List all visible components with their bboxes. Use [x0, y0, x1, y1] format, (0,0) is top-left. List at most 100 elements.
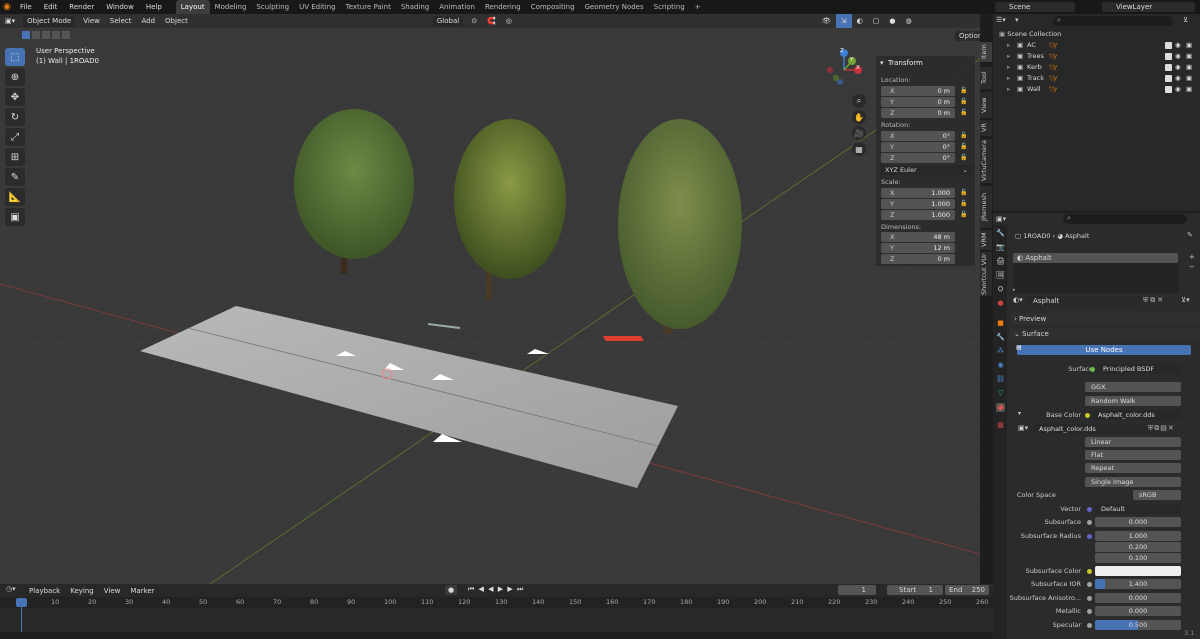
menu-help[interactable]: Help: [140, 0, 168, 14]
pan-icon[interactable]: ✋: [852, 110, 866, 124]
playback-controls[interactable]: ⏮ ◀ ◀ ▶ ▶ ⏭: [468, 585, 524, 594]
expand-icon[interactable]: ▸: [1013, 287, 1016, 293]
select-subtract-icon[interactable]: [42, 31, 50, 39]
particles-icon[interactable]: ⁂: [996, 347, 1005, 356]
material-datablock-icons[interactable]: ⛨⧉✕: [1143, 296, 1165, 305]
camera-icon[interactable]: ▣: [1186, 51, 1192, 62]
sidebar-tab-jremesh[interactable]: JRemesh: [980, 186, 992, 228]
outliner-editor-icon[interactable]: ☰▾: [996, 16, 1006, 24]
sidebar-tab-tool[interactable]: Tool: [980, 67, 992, 89]
tab-compositing[interactable]: Compositing: [526, 0, 580, 14]
dimensions-y-field[interactable]: Y 12 m: [881, 243, 955, 253]
subsurface-radius-field[interactable]: 0.100: [1095, 553, 1181, 563]
timeline-menu-keying[interactable]: Keying: [65, 584, 99, 598]
tab-sculpting[interactable]: Sculpting: [251, 0, 294, 14]
lock-icon[interactable]: 🔓: [960, 132, 967, 139]
mode-dropdown[interactable]: Object Mode: [23, 15, 76, 27]
eye-icon[interactable]: ◉: [1175, 40, 1181, 51]
timeline[interactable]: ◷▾ Playback Keying View Marker ● ⏮ ◀ ◀ ▶ ▶ …: [0, 584, 993, 639]
scene-icon[interactable]: ⛭: [996, 285, 1005, 294]
pivot-icon[interactable]: ⊙: [466, 14, 482, 28]
render-icon[interactable]: 📷: [996, 243, 1005, 252]
lock-icon[interactable]: 🔓: [960, 189, 967, 196]
outliner-item-trees[interactable]: ▸ ▣ Trees ▽ꝩ ◉ ▣: [993, 51, 1200, 62]
viewport-menu-select[interactable]: Select: [105, 14, 137, 28]
lock-icon[interactable]: 🔓: [960, 87, 967, 94]
overlay-icon[interactable]: ◐: [852, 14, 868, 28]
location-x-field[interactable]: X 0 m: [881, 86, 955, 96]
camera-icon[interactable]: ▣: [1186, 40, 1192, 51]
material-icon[interactable]: ◕: [996, 403, 1005, 412]
cursor-tool-icon[interactable]: ⊕: [5, 68, 25, 86]
expand-icon[interactable]: ▸: [1007, 73, 1010, 84]
image-datablock-icons[interactable]: ⛨⧉▤✕: [1148, 424, 1175, 433]
tab-animation[interactable]: Animation: [434, 0, 480, 14]
location-y-field[interactable]: Y 0 m: [881, 97, 955, 107]
visibility-icon[interactable]: 👁: [817, 14, 836, 28]
tab-geometry-nodes[interactable]: Geometry Nodes: [580, 0, 649, 14]
texture-icon[interactable]: ▦: [996, 421, 1005, 430]
current-frame-field[interactable]: 1: [838, 585, 876, 595]
properties-search-input[interactable]: ⌕: [1063, 214, 1187, 224]
checkbox-icon[interactable]: [1165, 53, 1172, 60]
projection-dropdown[interactable]: Flat: [1085, 450, 1181, 460]
sidebar-tab-virtucamera[interactable]: VirtuCamera: [980, 139, 992, 183]
options-button[interactable]: Options: [955, 31, 980, 41]
tab-rendering[interactable]: Rendering: [480, 0, 526, 14]
scene-collection-row[interactable]: ▣ Scene Collection: [993, 29, 1200, 40]
subsurface-radius-field[interactable]: 1.000: [1095, 531, 1181, 541]
image-name-field[interactable]: Asphalt_color.dds: [1033, 424, 1147, 434]
timeline-scrollbar[interactable]: [0, 632, 993, 639]
subsurface-ior-slider[interactable]: 1.400: [1095, 579, 1181, 589]
modifier-icon[interactable]: 🔧: [996, 333, 1005, 342]
shading-solid-icon[interactable]: ●: [884, 14, 900, 28]
eye-icon[interactable]: ◉: [1175, 84, 1181, 95]
select-invert-icon[interactable]: [52, 31, 60, 39]
lock-icon[interactable]: 🔓: [960, 211, 967, 218]
remove-slot-icon[interactable]: −: [1189, 263, 1195, 271]
checkbox-icon[interactable]: [1165, 64, 1172, 71]
select-intersect-icon[interactable]: [62, 31, 70, 39]
gizmo-toggle-icon[interactable]: ⇲: [835, 14, 852, 28]
image-browse-icon[interactable]: ▣▾: [1018, 424, 1028, 432]
camera-icon[interactable]: 🎥: [852, 126, 866, 140]
timeline-menu-marker[interactable]: Marker: [125, 584, 159, 598]
subsurface-color-swatch[interactable]: [1095, 566, 1181, 576]
add-cube-tool-icon[interactable]: ▣: [5, 208, 25, 226]
subsurface-method-dropdown[interactable]: Random Walk: [1085, 396, 1181, 406]
add-workspace-button[interactable]: +: [690, 0, 706, 14]
tab-shading[interactable]: Shading: [396, 0, 434, 14]
object-icon[interactable]: ■: [996, 319, 1005, 328]
expand-icon[interactable]: ▸: [1007, 51, 1010, 62]
sidebar-tab-shortcut-vur[interactable]: Shortcut VUr: [980, 252, 992, 296]
camera-icon[interactable]: ▣: [1186, 62, 1192, 73]
outliner-item-ac[interactable]: ▸ ▣ AC ▽ꝩ ◉ ▣: [993, 40, 1200, 51]
material-slot-list[interactable]: ◐ Asphalt: [1013, 253, 1178, 263]
physics-icon[interactable]: ◉: [996, 361, 1005, 370]
lock-icon[interactable]: 🔓: [960, 143, 967, 150]
move-tool-icon[interactable]: ✥: [5, 88, 25, 106]
distribution-dropdown[interactable]: GGX: [1085, 382, 1181, 392]
proportional-edit-icon[interactable]: ◎: [501, 14, 517, 28]
extension-dropdown[interactable]: Repeat: [1085, 463, 1181, 473]
xray-icon[interactable]: ▢: [868, 14, 885, 28]
select-new-icon[interactable]: [22, 31, 30, 39]
3d-viewport[interactable]: Z X Y ▣▾ Object Mode View Select Add Object…: [0, 14, 980, 584]
constraints-icon[interactable]: ⛓: [996, 375, 1005, 384]
world-icon[interactable]: ●: [996, 299, 1005, 308]
lock-icon[interactable]: 🔓: [960, 200, 967, 207]
camera-icon[interactable]: ▣: [1186, 84, 1192, 95]
measure-tool-icon[interactable]: 📐: [5, 188, 25, 206]
zoom-icon[interactable]: ⌕: [852, 94, 866, 108]
transform-tool-icon[interactable]: ⊞: [5, 148, 25, 166]
sidebar-tab-item[interactable]: Item: [980, 42, 992, 62]
start-frame-field[interactable]: Start 1: [887, 585, 943, 595]
shading-material-icon[interactable]: ◍: [901, 14, 917, 28]
kerb-object[interactable]: [602, 336, 644, 341]
output-icon[interactable]: 🖨: [996, 257, 1005, 266]
preview-panel-header[interactable]: › Preview: [1010, 313, 1200, 325]
material-browse-icon[interactable]: ◐▾: [1013, 296, 1023, 304]
menu-file[interactable]: File: [14, 0, 38, 14]
blender-logo-icon[interactable]: ◉: [0, 0, 14, 14]
rotation-z-field[interactable]: Z 0°: [881, 153, 955, 163]
